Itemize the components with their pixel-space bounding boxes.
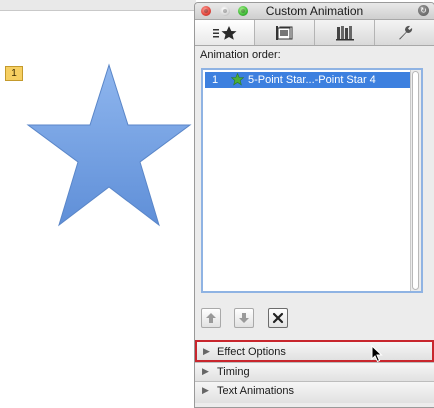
custom-animation-palette: Custom Animation ↻ Animation order: 1 5-… xyxy=(194,2,434,408)
mouse-cursor-icon xyxy=(371,345,383,363)
move-up-button[interactable] xyxy=(201,308,221,328)
animation-order-tag[interactable]: 1 xyxy=(5,66,23,81)
timing-section[interactable]: ▶ Timing xyxy=(195,362,434,381)
list-scrollbar[interactable] xyxy=(410,70,421,291)
disclosure-triangle-icon: ▶ xyxy=(202,366,209,376)
arrow-down-icon xyxy=(239,313,249,323)
palette-title-bar[interactable]: Custom Animation ↻ xyxy=(195,3,434,20)
entrance-star-icon xyxy=(231,73,244,86)
star-effects-icon xyxy=(212,25,236,40)
remove-animation-button[interactable] xyxy=(268,308,288,328)
animation-order-label: Animation order: xyxy=(200,49,281,61)
arrow-up-icon xyxy=(206,313,216,323)
tab-animation-effects[interactable] xyxy=(195,20,255,45)
animation-order-list[interactable]: 1 5-Point Star...-Point Star 4 xyxy=(201,68,423,293)
library-icon xyxy=(335,25,354,40)
move-down-button[interactable] xyxy=(234,308,254,328)
five-point-star-shape[interactable] xyxy=(26,63,192,229)
text-animations-label: Text Animations xyxy=(217,385,295,397)
tab-library[interactable] xyxy=(315,20,375,45)
animation-name: 5-Point Star...-Point Star 4 xyxy=(248,74,376,86)
text-animations-section[interactable]: ▶ Text Animations xyxy=(195,381,434,403)
wrench-icon xyxy=(398,25,412,39)
animation-number: 1 xyxy=(212,74,219,86)
slide-canvas[interactable]: 1 xyxy=(0,0,196,407)
palette-tab-strip xyxy=(195,20,434,46)
disclosure-triangle-icon: ▶ xyxy=(202,385,209,395)
palette-options-icon[interactable]: ↻ xyxy=(418,5,429,16)
tab-transitions[interactable] xyxy=(255,20,315,45)
timing-label: Timing xyxy=(217,366,250,378)
slide-top-edge xyxy=(0,0,196,11)
animation-list-item[interactable]: 1 5-Point Star...-Point Star 4 xyxy=(205,72,411,88)
disclosure-triangle-icon: ▶ xyxy=(203,346,210,356)
close-icon xyxy=(272,312,284,324)
palette-title: Custom Animation xyxy=(265,4,364,18)
effect-options-section[interactable]: ▶ Effect Options xyxy=(195,340,434,362)
tab-tools[interactable] xyxy=(375,20,434,45)
effect-options-label: Effect Options xyxy=(217,346,286,358)
list-scrollbar-thumb[interactable] xyxy=(412,71,419,290)
transitions-icon xyxy=(275,25,292,40)
